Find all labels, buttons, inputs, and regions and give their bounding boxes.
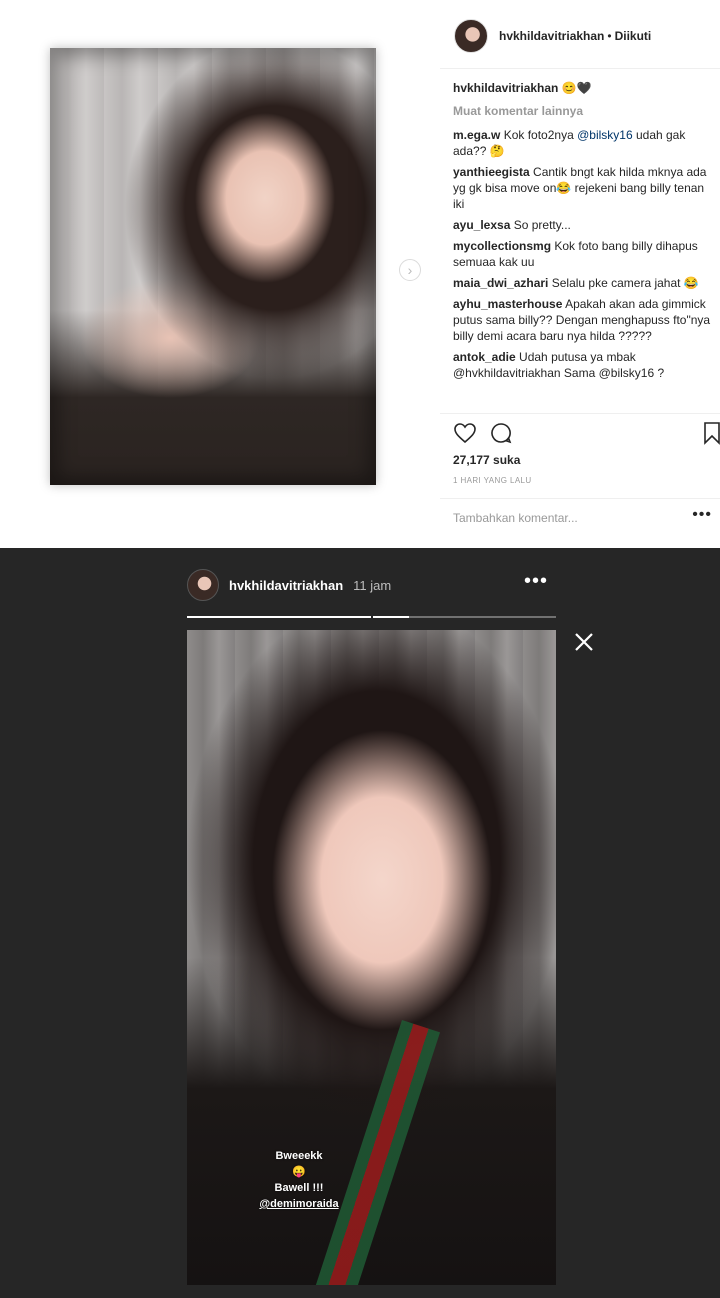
comment: antok_adie Udah putusa ya mbak @hvkhilda…	[453, 349, 715, 381]
instagram-post: › hvkhildavitriakhan • Diikuti hvkhildav…	[0, 0, 720, 548]
comment: yanthieegista Cantik bngt kak hilda mkny…	[453, 164, 715, 212]
progress-fill	[372, 616, 410, 618]
comment-icon[interactable]	[489, 421, 513, 445]
divider	[440, 413, 720, 414]
follow-status-button[interactable]: Diikuti	[615, 29, 652, 43]
story-text-line: Bweeekk	[275, 1150, 323, 1162]
comment-mention[interactable]: @bilsky16	[577, 128, 633, 142]
post-username[interactable]: hvkhildavitriakhan	[499, 29, 604, 43]
post-caption: hvkhildavitriakhan 😊🖤	[453, 80, 715, 96]
caption-text: 😊🖤	[561, 81, 592, 95]
comment-text: So pretty...	[513, 218, 571, 232]
comment: ayhu_masterhouse Apakah akan ada gimmick…	[453, 296, 715, 344]
comment-username[interactable]: ayu_lexsa	[453, 218, 510, 232]
close-icon[interactable]	[572, 630, 596, 654]
bookmark-icon[interactable]	[700, 421, 720, 445]
comment-text: Kok foto2nya	[503, 128, 578, 142]
comment-text: Selalu pke camera jahat 😂	[551, 276, 699, 290]
story-text-sticker: Bweeekk 😛 Bawell !!! @demimoraida	[249, 1148, 349, 1212]
comment: maia_dwi_azhari Selalu pke camera jahat …	[453, 275, 715, 291]
like-count[interactable]: 27,177 suka	[453, 453, 520, 467]
post-actions	[453, 421, 720, 447]
comment: m.ega.w Kok foto2nya @bilsky16 udah gak …	[453, 127, 715, 159]
story-header: hvkhildavitriakhan 11 jam •••	[187, 568, 556, 602]
comment-username[interactable]: m.ega.w	[453, 128, 500, 142]
comment: ayu_lexsa So pretty...	[453, 217, 715, 233]
story-progress	[187, 616, 556, 619]
story-text-emoji: 😛	[292, 1166, 306, 1178]
story-mention[interactable]: @demimoraida	[249, 1196, 349, 1212]
divider	[440, 498, 720, 499]
comment-username[interactable]: maia_dwi_azhari	[453, 276, 548, 290]
heart-icon[interactable]	[453, 421, 477, 445]
comment: mycollectionsmg Kok foto bang billy diha…	[453, 238, 715, 270]
separator-dot: •	[607, 29, 612, 43]
add-comment-input[interactable]: Tambahkan komentar...	[453, 511, 578, 525]
instagram-story: hvkhildavitriakhan 11 jam ••• Bweeekk 😛 …	[0, 548, 720, 1298]
story-photo[interactable]: Bweeekk 😛 Bawell !!! @demimoraida	[187, 630, 556, 1285]
comment-username[interactable]: yanthieegista	[453, 165, 530, 179]
progress-fill	[187, 616, 371, 618]
post-header: hvkhildavitriakhan • Diikuti	[454, 16, 651, 56]
caption-username[interactable]: hvkhildavitriakhan	[453, 81, 558, 95]
comment-username[interactable]: mycollectionsmg	[453, 239, 551, 253]
post-timestamp: 1 HARI YANG LALU	[453, 476, 532, 485]
more-options-button[interactable]: •••	[692, 506, 712, 524]
story-more-button[interactable]: •••	[524, 570, 548, 593]
avatar[interactable]	[187, 569, 219, 601]
progress-segment	[187, 616, 371, 618]
comment-username[interactable]: ayhu_masterhouse	[453, 297, 562, 311]
post-photo[interactable]	[50, 48, 376, 485]
post-sidebar: hvkhildavitriakhan • Diikuti hvkhildavit…	[440, 0, 720, 548]
divider	[440, 68, 720, 69]
avatar[interactable]	[454, 19, 488, 53]
load-more-comments-link[interactable]: Muat komentar lainnya	[453, 103, 715, 119]
carousel-next-button[interactable]: ›	[399, 259, 421, 281]
story-timestamp: 11 jam	[353, 577, 392, 593]
comment-username[interactable]: antok_adie	[453, 350, 516, 364]
comments-list[interactable]: hvkhildavitriakhan 😊🖤 Muat komentar lain…	[453, 80, 715, 412]
story-text-line: Bawell !!!	[274, 1182, 324, 1194]
story-username[interactable]: hvkhildavitriakhan	[229, 578, 343, 593]
post-media	[30, 30, 394, 508]
progress-segment	[372, 616, 556, 618]
